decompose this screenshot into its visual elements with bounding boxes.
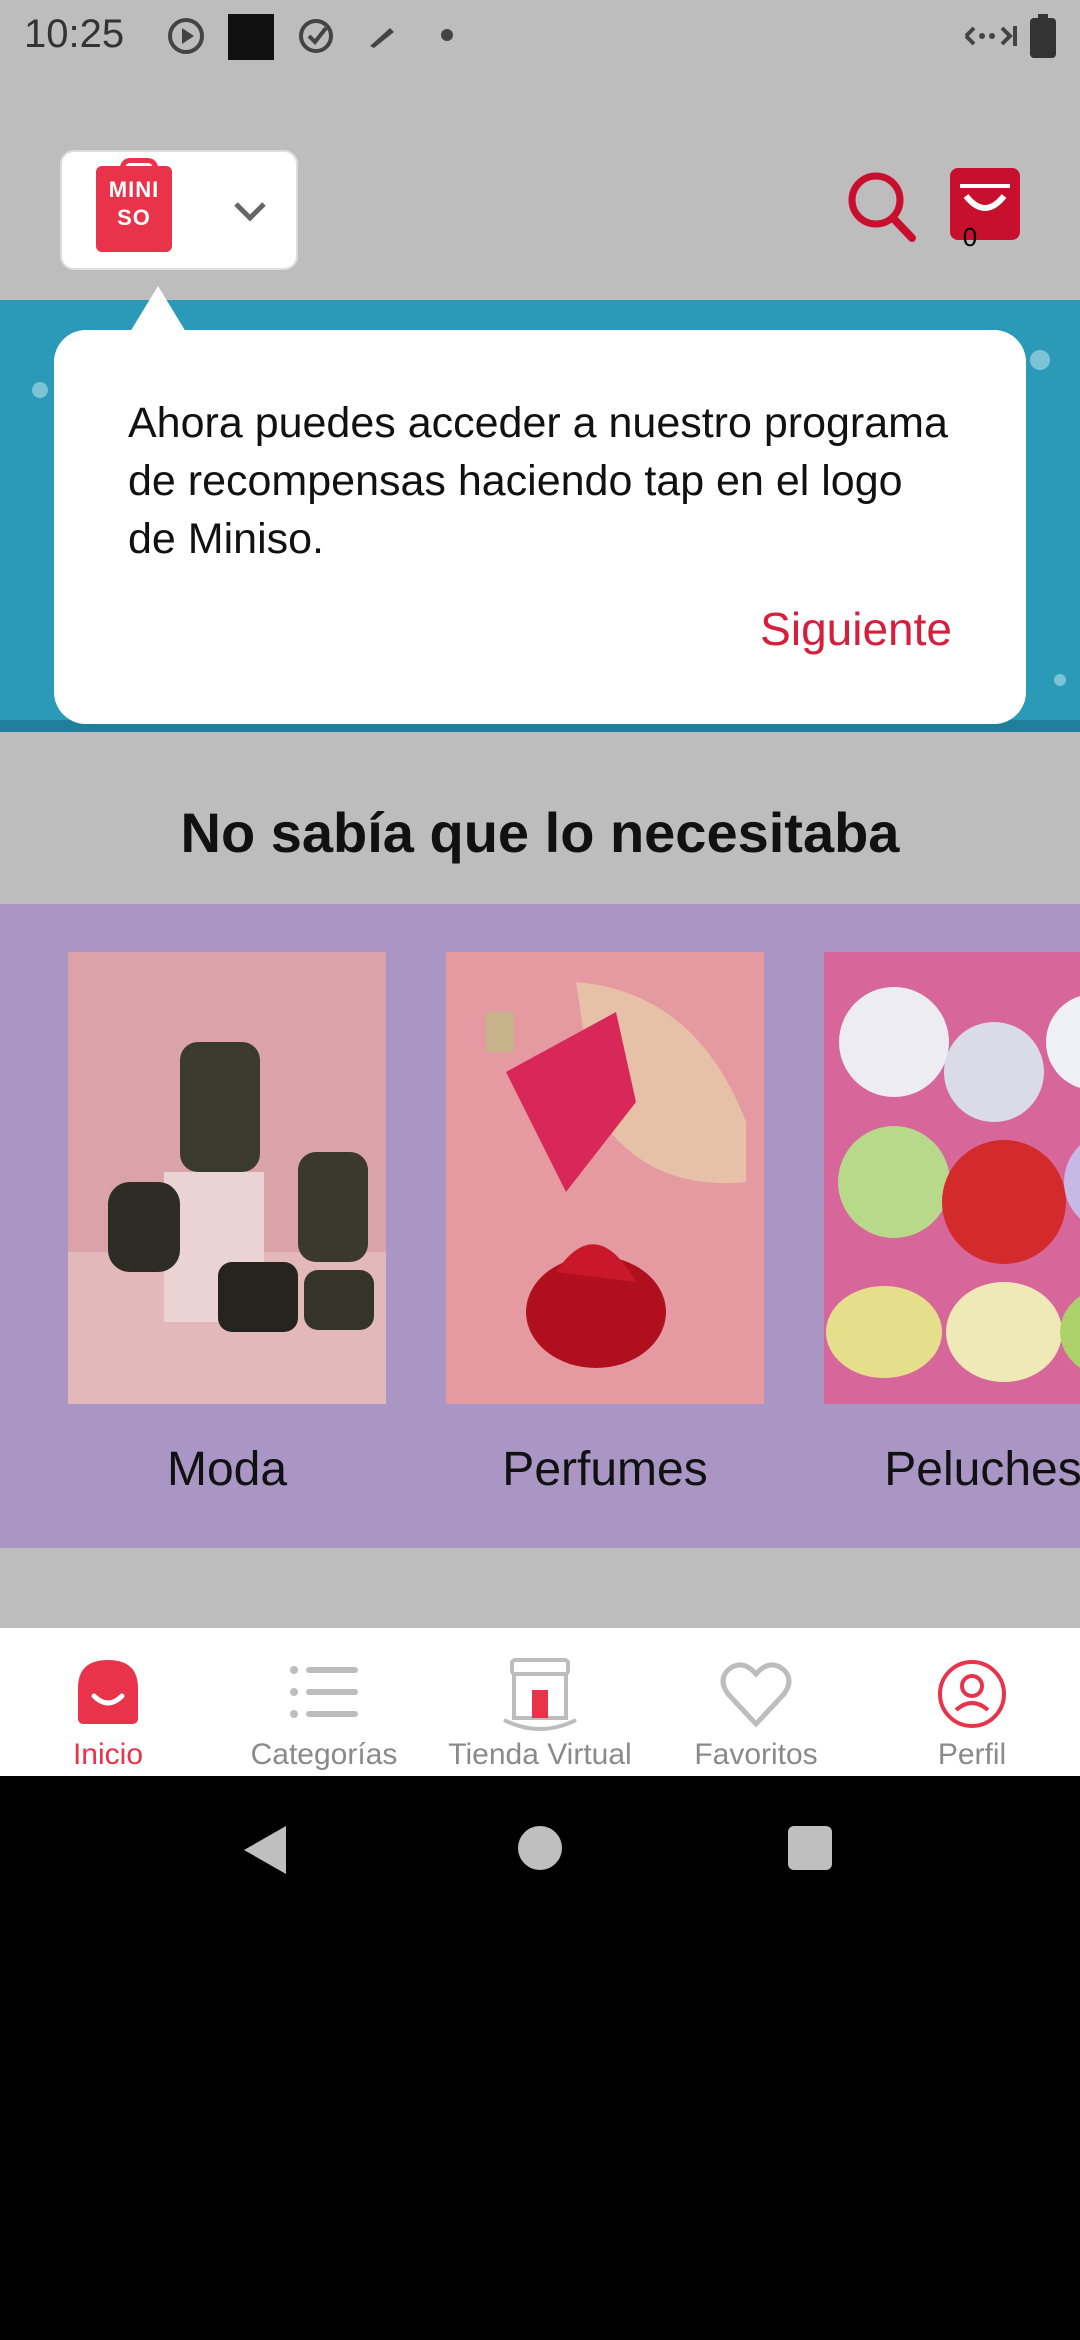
cart-count-badge: 0 [962, 222, 978, 252]
card-label: Perfumes [502, 1443, 708, 1496]
card-label: Moda [166, 1443, 288, 1496]
heart-icon [720, 1662, 792, 1728]
rewards-tooltip: Ahora puedes acceder a nuestro programa … [54, 330, 1026, 724]
nav-item-categorias[interactable]: Categorías [216, 1628, 432, 1776]
chevron-down-icon [234, 202, 266, 222]
perfumes-image [446, 952, 764, 1404]
category-carousel[interactable]: Moda Perfumes Peluches [0, 904, 1080, 1548]
categories-icon [290, 1666, 358, 1718]
more-dot-icon [441, 29, 453, 41]
logo-text-line1: MINI [108, 177, 160, 202]
logo-text-line2: SO [117, 205, 151, 230]
check-sync-icon [299, 19, 333, 53]
home-circle-icon[interactable] [516, 1824, 564, 1872]
status-time: 10:25 [24, 12, 125, 56]
next-section-band [0, 1548, 1080, 1628]
nav-label: Categorías [250, 1738, 398, 1771]
store-icon [503, 1658, 577, 1731]
nav-label: Tienda Virtual [448, 1738, 632, 1771]
card-label: Peluches [884, 1443, 1080, 1496]
category-card-peluches[interactable]: Peluches [824, 952, 1080, 1496]
media-play-icon [168, 18, 204, 54]
app-header: MINI SO 0 [0, 72, 1080, 300]
app-notification-icon [228, 14, 274, 60]
tooltip-arrow [130, 286, 186, 332]
category-card-moda[interactable]: Moda [68, 952, 386, 1496]
back-icon[interactable] [240, 1822, 290, 1878]
nav-label: Perfil [937, 1738, 1007, 1771]
logo-bag-handle [120, 158, 158, 175]
home-icon [78, 1660, 138, 1724]
category-card-perfumes[interactable]: Perfumes [446, 952, 764, 1496]
tooltip-message: Ahora puedes acceder a nuestro programa … [128, 399, 948, 563]
peluches-image [824, 952, 1080, 1404]
status-bar: 10:25 [0, 0, 1080, 72]
nav-label: Inicio [72, 1738, 144, 1771]
network-icon [964, 26, 1017, 46]
moda-image [68, 952, 386, 1404]
battery-icon [1030, 14, 1056, 58]
miniso-logo: MINI SO [96, 158, 172, 252]
nav-item-perfil[interactable]: Perfil [864, 1628, 1080, 1776]
bottom-nav: Inicio Categorías Tienda Virtual Favorit… [0, 1628, 1080, 1776]
nav-item-inicio[interactable]: Inicio [0, 1628, 216, 1776]
recents-icon[interactable] [786, 1824, 834, 1872]
tooltip-next-button[interactable]: Siguiente [760, 602, 952, 656]
miniso-logo-button[interactable]: MINI SO [60, 150, 298, 270]
app-screen: 10:25 MINI SO 0 Ahora puedes acceder a n… [0, 0, 1080, 1776]
pen-icon [370, 28, 394, 48]
system-nav-bar [0, 1776, 1080, 1926]
search-icon[interactable] [848, 172, 916, 244]
profile-icon [938, 1660, 1006, 1728]
section-title: No sabía que lo necesitaba [180, 801, 900, 864]
nav-label: Favoritos [694, 1738, 818, 1771]
nav-item-tienda-virtual[interactable]: Tienda Virtual [432, 1628, 648, 1776]
nav-item-favoritos[interactable]: Favoritos [648, 1628, 864, 1776]
